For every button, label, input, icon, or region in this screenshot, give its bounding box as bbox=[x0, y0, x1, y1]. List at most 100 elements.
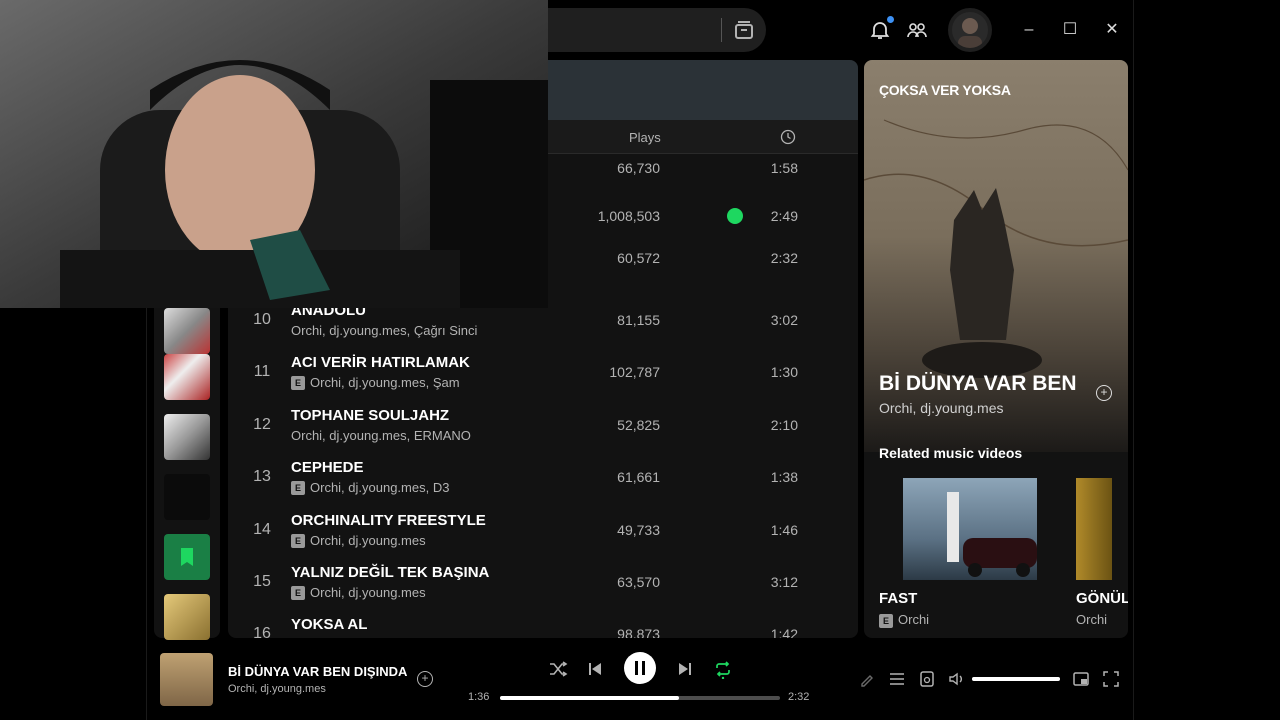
track-row[interactable]: 16 YOKSA AL 98,873 1:42 bbox=[228, 610, 858, 638]
track-artists-text[interactable]: Orchi, dj.young.mes, ERMANO bbox=[291, 428, 471, 443]
progress-bar[interactable] bbox=[500, 696, 780, 700]
webcam-overlay bbox=[0, 0, 548, 308]
track-artists-text[interactable]: Orchi, dj.young.mes bbox=[310, 585, 426, 600]
track-plays: 1,008,503 bbox=[597, 208, 660, 224]
track-artists-text[interactable]: Orchi, dj.young.mes, D3 bbox=[310, 480, 449, 495]
plays-column-header: Plays bbox=[629, 130, 661, 145]
track-row[interactable]: 14 ORCHINALITY FREESTYLE E Orchi, dj.young.… bbox=[228, 506, 858, 558]
track-number: 13 bbox=[253, 468, 271, 485]
maximize-button[interactable]: ☐ bbox=[1058, 18, 1082, 42]
close-button[interactable]: ✕ bbox=[1100, 18, 1124, 42]
track-duration: 1:46 bbox=[770, 522, 798, 538]
track-title[interactable]: CEPHEDE bbox=[291, 459, 364, 476]
track-artists: Orchi, dj.young.mes, Çağrı Sinci bbox=[291, 323, 477, 338]
minimize-button[interactable]: – bbox=[1017, 18, 1041, 42]
library-item[interactable] bbox=[164, 308, 210, 354]
track-duration: 2:10 bbox=[770, 417, 798, 433]
pause-icon bbox=[635, 661, 645, 675]
total-time: 2:32 bbox=[788, 691, 810, 703]
track-duration: 1:30 bbox=[770, 364, 798, 380]
player-track-artists[interactable]: Orchi, dj.young.mes bbox=[228, 683, 326, 695]
miniplayer-icon[interactable] bbox=[1072, 670, 1090, 688]
track-duration: 2:32 bbox=[770, 250, 798, 266]
track-row[interactable]: 11 ACI VERİR HATIRLAMAK E Orchi, dj.young.m… bbox=[228, 348, 858, 400]
queue-icon[interactable] bbox=[888, 670, 906, 688]
track-plays: 61,661 bbox=[617, 469, 660, 485]
library-item[interactable] bbox=[164, 414, 210, 460]
elapsed-time: 1:36 bbox=[468, 691, 490, 703]
track-artists: E Orchi, dj.young.mes bbox=[291, 585, 426, 600]
track-number: 10 bbox=[253, 311, 271, 328]
player-track-title[interactable]: Bİ DÜNYA VAR BEN DIŞINDA bbox=[228, 664, 407, 679]
library-item[interactable] bbox=[164, 354, 210, 400]
fullscreen-icon[interactable] bbox=[1102, 670, 1120, 688]
track-number: 11 bbox=[253, 363, 271, 380]
track-artists-text[interactable]: Orchi, dj.young.mes, Çağrı Sinci bbox=[291, 323, 477, 338]
webcam-person-image bbox=[0, 0, 548, 308]
track-number: 12 bbox=[253, 416, 271, 433]
player-add-button[interactable]: + bbox=[417, 671, 433, 687]
library-item[interactable] bbox=[164, 474, 210, 520]
avatar[interactable] bbox=[948, 8, 992, 52]
bookmark-icon bbox=[181, 548, 193, 566]
track-number: 14 bbox=[253, 521, 271, 538]
track-plays: 98,873 bbox=[617, 626, 660, 638]
video-thumbnail[interactable] bbox=[1076, 478, 1112, 580]
track-row[interactable]: 15 YALNIZ DEĞİL TEK BAŞINA E Orchi, dj.youn… bbox=[228, 558, 858, 610]
track-title[interactable]: ACI VERİR HATIRLAMAK bbox=[291, 354, 470, 371]
video-artist[interactable]: E Orchi bbox=[879, 612, 929, 628]
player-bar: Bİ DÜNYA VAR BEN DIŞINDA Orchi, dj.young… bbox=[146, 642, 1134, 720]
volume-icon[interactable] bbox=[948, 670, 966, 688]
add-to-library-button[interactable]: + bbox=[1096, 385, 1112, 401]
track-title[interactable]: ORCHINALITY FREESTYLE bbox=[291, 512, 486, 529]
track-artists-text[interactable]: Orchi, dj.young.mes bbox=[310, 533, 426, 548]
video-title[interactable]: FAST bbox=[879, 590, 917, 607]
browse-icon[interactable] bbox=[732, 18, 756, 42]
track-artists: Orchi, dj.young.mes, ERMANO bbox=[291, 428, 471, 443]
track-duration: 1:58 bbox=[770, 160, 798, 176]
repeat-icon[interactable] bbox=[713, 659, 733, 679]
video-title[interactable]: GÖNÜL bbox=[1076, 590, 1128, 607]
avatar-image bbox=[958, 18, 982, 48]
friend-activity-icon[interactable] bbox=[905, 18, 929, 42]
track-title[interactable]: TOPHANE SOULJAHZ bbox=[291, 407, 449, 424]
track-duration: 2:49 bbox=[770, 208, 798, 224]
explicit-badge: E bbox=[291, 376, 305, 390]
saved-check-icon[interactable] bbox=[727, 208, 743, 224]
next-icon[interactable] bbox=[675, 659, 695, 679]
track-artists: E Orchi, dj.young.mes, Şam bbox=[291, 375, 460, 390]
lyrics-icon[interactable] bbox=[858, 670, 876, 688]
track-number: 15 bbox=[253, 573, 271, 590]
track-artists: E Orchi, dj.young.mes, D3 bbox=[291, 480, 449, 495]
now-playing-cover[interactable] bbox=[160, 653, 213, 706]
previous-icon[interactable] bbox=[585, 659, 605, 679]
video-artist-name: Orchi bbox=[898, 612, 930, 627]
connect-device-icon[interactable] bbox=[918, 670, 936, 688]
volume-slider[interactable] bbox=[972, 677, 1060, 681]
track-plays: 63,570 bbox=[617, 574, 660, 590]
track-artists: E Orchi, dj.young.mes bbox=[291, 533, 426, 548]
search-box[interactable] bbox=[548, 8, 766, 52]
library-item-saved-episodes[interactable] bbox=[164, 534, 210, 580]
track-row[interactable]: 12 TOPHANE SOULJAHZ Orchi, dj.young.mes, E… bbox=[228, 401, 858, 453]
track-plays: 66,730 bbox=[617, 160, 660, 176]
track-row[interactable]: 13 CEPHEDE E Orchi, dj.young.mes, D3 61,661 1… bbox=[228, 453, 858, 505]
track-title[interactable]: YOKSA AL bbox=[291, 616, 367, 633]
track-duration: 3:12 bbox=[770, 574, 798, 590]
track-title[interactable]: YALNIZ DEĞİL TEK BAŞINA bbox=[291, 564, 489, 581]
canvas-overlay-text: ÇOKSA VER YOKSA bbox=[879, 82, 1011, 98]
library-item[interactable] bbox=[164, 594, 210, 640]
now-playing-artists[interactable]: Orchi, dj.young.mes bbox=[879, 400, 1004, 416]
track-plays: 52,825 bbox=[617, 417, 660, 433]
shuffle-icon[interactable] bbox=[548, 659, 568, 679]
track-duration: 3:02 bbox=[770, 312, 798, 328]
video-thumbnail[interactable] bbox=[903, 478, 1037, 580]
explicit-badge: E bbox=[879, 614, 893, 628]
video-artist[interactable]: Orchi bbox=[1076, 612, 1107, 627]
track-duration: 1:38 bbox=[770, 469, 798, 485]
track-artists-text[interactable]: Orchi, dj.young.mes, Şam bbox=[310, 375, 460, 390]
now-playing-title[interactable]: Bİ DÜNYA VAR BEN DIŞINDA bbox=[879, 372, 1079, 396]
volume-fill bbox=[972, 677, 1060, 681]
track-plays: 49,733 bbox=[617, 522, 660, 538]
pause-button[interactable] bbox=[624, 652, 656, 684]
